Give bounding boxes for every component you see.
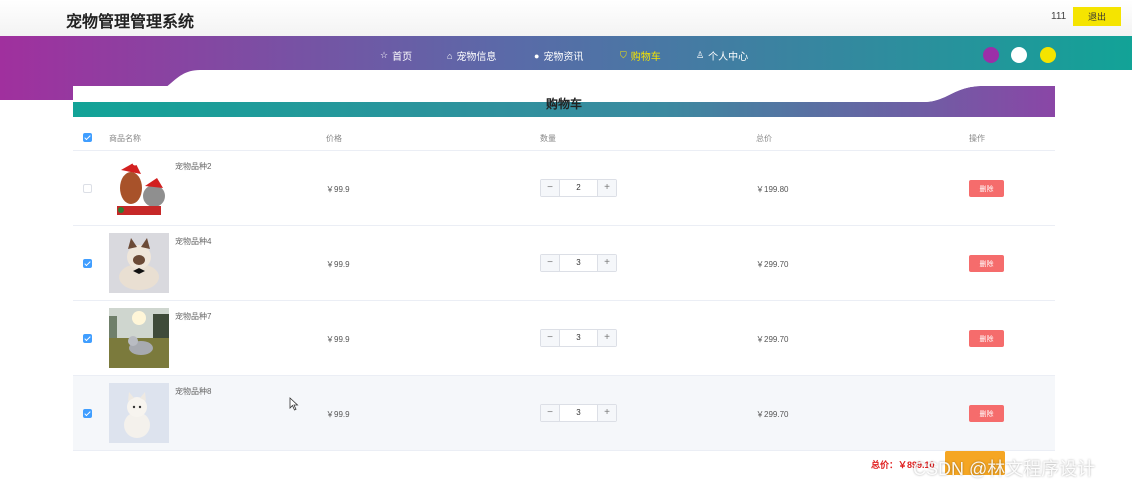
cart-title: 购物车 bbox=[545, 97, 582, 111]
row-total: ￥299.70 bbox=[756, 260, 789, 269]
star-icon: ☆ bbox=[380, 50, 389, 60]
cart-table: 商品名称 价格 数量 总价 操作 宠物品种2 ￥99.9 − 2 + ￥199.… bbox=[73, 125, 1055, 451]
nav-item-cart[interactable]: ⛉ 购物车 bbox=[620, 48, 661, 63]
column-header-name: 商品名称 bbox=[109, 134, 141, 143]
product-price: ￥99.9 bbox=[326, 335, 350, 344]
quantity-input[interactable]: 3 bbox=[560, 255, 597, 271]
cart-title-banner: 购物车 bbox=[73, 86, 1055, 117]
table-row: 宠物品种8 ￥99.9 − 3 + ￥299.70 删除 bbox=[73, 376, 1055, 451]
product-name: 宠物品种7 bbox=[175, 312, 212, 321]
nav-item-label: 宠物信息 bbox=[456, 52, 497, 63]
decrease-button[interactable]: − bbox=[541, 330, 560, 346]
product-image[interactable] bbox=[109, 308, 169, 368]
product-name: 宠物品种2 bbox=[175, 162, 212, 171]
app-title: 宠物管理管理系统 bbox=[66, 14, 195, 31]
table-header: 商品名称 价格 数量 总价 操作 bbox=[73, 125, 1055, 151]
column-header-price: 价格 bbox=[326, 134, 342, 143]
user-icon: ♙ bbox=[696, 50, 705, 60]
nav-item-pet-news[interactable]: ● 宠物资讯 bbox=[534, 48, 584, 64]
nav-item-label: 首页 bbox=[392, 52, 413, 63]
table-row: 宠物品种4 ￥99.9 − 3 + ￥299.70 删除 bbox=[73, 226, 1055, 301]
quantity-stepper: − 2 + bbox=[540, 179, 617, 197]
mouse-cursor-icon bbox=[289, 397, 299, 411]
row-total: ￥299.70 bbox=[756, 335, 789, 344]
row-checkbox[interactable] bbox=[83, 184, 92, 193]
delete-button[interactable]: 删除 bbox=[969, 255, 1004, 272]
increase-button[interactable]: + bbox=[597, 255, 616, 271]
column-header-action: 操作 bbox=[969, 134, 985, 143]
increase-button[interactable]: + bbox=[597, 330, 616, 346]
quantity-input[interactable]: 2 bbox=[560, 180, 597, 196]
row-checkbox[interactable] bbox=[83, 409, 92, 418]
select-all-checkbox[interactable] bbox=[83, 133, 92, 142]
delete-button[interactable]: 删除 bbox=[969, 180, 1004, 197]
increase-button[interactable]: + bbox=[597, 405, 616, 421]
column-header-total: 总价 bbox=[756, 134, 772, 143]
quantity-stepper: − 3 + bbox=[540, 404, 617, 422]
top-header: 宠物管理管理系统 111 退出 bbox=[0, 0, 1132, 36]
delete-button[interactable]: 删除 bbox=[969, 405, 1004, 422]
nav-item-home[interactable]: ☆ 首页 bbox=[380, 48, 412, 63]
quantity-input[interactable]: 3 bbox=[560, 405, 597, 421]
nav-item-label: 购物车 bbox=[630, 52, 661, 63]
product-name: 宠物品种8 bbox=[175, 387, 212, 396]
theme-dot-yellow[interactable] bbox=[1040, 47, 1056, 63]
table-row: 宠物品种2 ￥99.9 − 2 + ￥199.80 删除 bbox=[73, 151, 1055, 226]
product-price: ￥99.9 bbox=[326, 260, 350, 269]
theme-dot-white[interactable] bbox=[1011, 47, 1027, 63]
table-row: 宠物品种7 ￥99.9 − 3 + ￥299.70 删除 bbox=[73, 301, 1055, 376]
nav-item-label: 宠物资讯 bbox=[543, 52, 584, 63]
row-total: ￥199.80 bbox=[756, 185, 789, 194]
quantity-stepper: − 3 + bbox=[540, 329, 617, 347]
theme-dot-purple[interactable] bbox=[983, 47, 999, 63]
decrease-button[interactable]: − bbox=[541, 180, 560, 196]
increase-button[interactable]: + bbox=[597, 180, 616, 196]
row-total: ￥299.70 bbox=[756, 410, 789, 419]
quantity-stepper: − 3 + bbox=[540, 254, 617, 272]
decrease-button[interactable]: − bbox=[541, 255, 560, 271]
username-label: 111 bbox=[1051, 11, 1067, 22]
column-header-quantity: 数量 bbox=[540, 134, 556, 143]
product-image[interactable] bbox=[109, 233, 169, 293]
nav-item-label: 个人中心 bbox=[708, 52, 749, 63]
nav-item-pet-info[interactable]: ⌂ 宠物信息 bbox=[447, 48, 497, 64]
product-image[interactable] bbox=[109, 158, 169, 218]
row-checkbox[interactable] bbox=[83, 259, 92, 268]
watermark: CSDN @林文程序设计 bbox=[913, 459, 1096, 479]
product-image[interactable] bbox=[109, 383, 169, 443]
decrease-button[interactable]: − bbox=[541, 405, 560, 421]
product-price: ￥99.9 bbox=[326, 410, 350, 419]
delete-button[interactable]: 删除 bbox=[969, 330, 1004, 347]
logout-button[interactable]: 退出 bbox=[1073, 7, 1121, 26]
product-price: ￥99.9 bbox=[326, 185, 350, 194]
quantity-input[interactable]: 3 bbox=[560, 330, 597, 346]
circle-icon: ● bbox=[534, 50, 540, 61]
cart-icon: ⛉ bbox=[620, 50, 627, 60]
product-name: 宠物品种4 bbox=[175, 237, 212, 246]
home-icon: ⌂ bbox=[447, 50, 453, 61]
nav-item-profile[interactable]: ♙ 个人中心 bbox=[696, 48, 748, 63]
row-checkbox[interactable] bbox=[83, 334, 92, 343]
